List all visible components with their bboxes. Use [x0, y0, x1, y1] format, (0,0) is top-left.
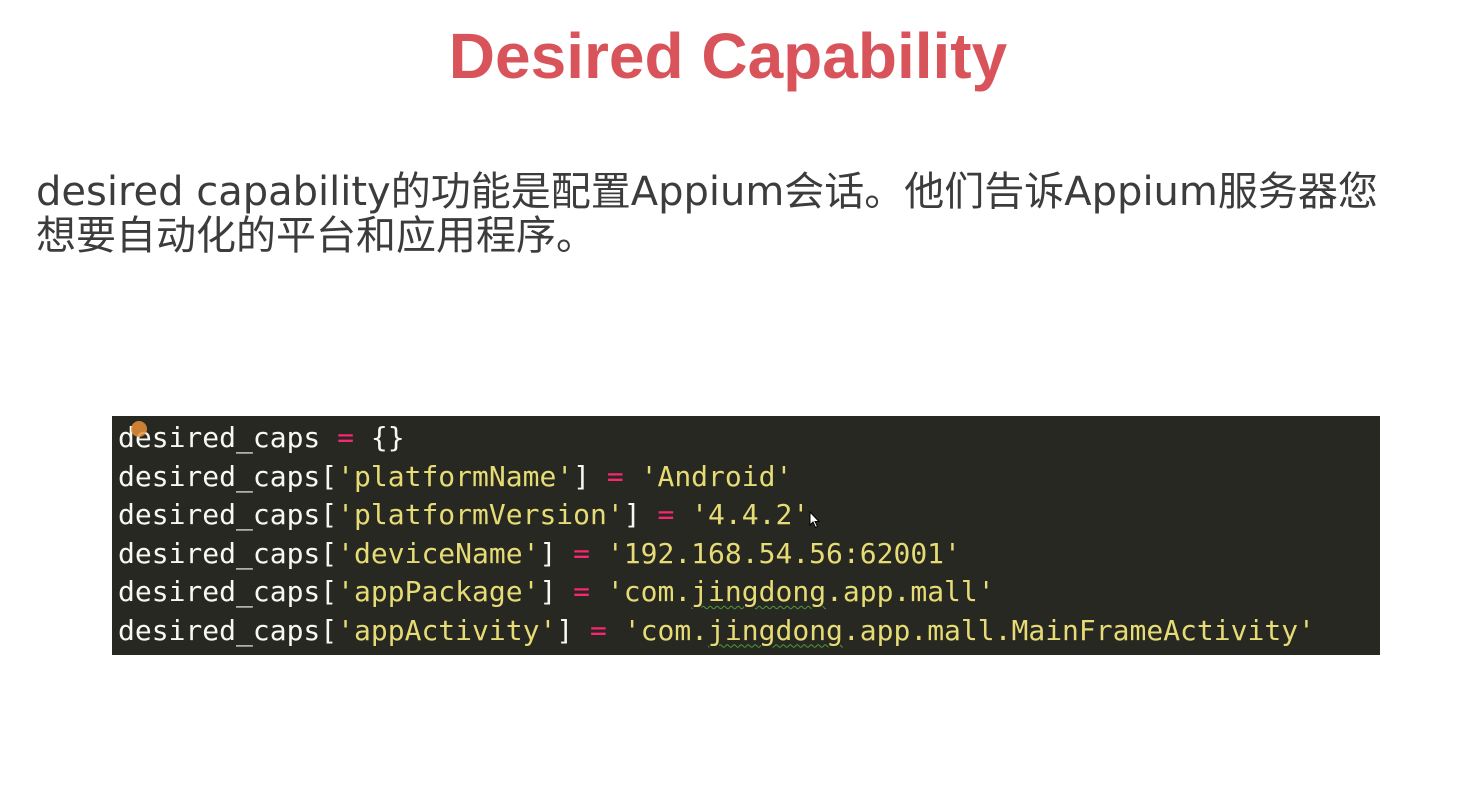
- code-variable: desired_caps: [118, 613, 321, 647]
- code-variable: desired_caps: [118, 459, 321, 493]
- code-operator: =: [573, 575, 591, 608]
- spellcheck-squiggle: jingdong: [691, 575, 827, 608]
- code-block: desired_caps = {} desired_caps['platform…: [112, 416, 1380, 655]
- code-variable: desired_caps: [118, 575, 321, 608]
- code-key: 'platformVersion': [337, 498, 624, 531]
- code-variable: desired_caps: [118, 421, 321, 454]
- code-value-suffix: .app.mall': [826, 575, 995, 608]
- code-operator: =: [657, 498, 675, 531]
- code-operator: =: [337, 421, 355, 454]
- code-variable: desired_caps: [118, 498, 321, 531]
- code-operator: =: [573, 536, 591, 570]
- code-line-1: desired_caps = {}: [118, 419, 1380, 458]
- code-value: '192.168.54.56:62001': [606, 536, 961, 570]
- code-value: '4.4.2': [691, 498, 810, 531]
- code-key: 'deviceName': [337, 536, 540, 570]
- slide-description: desired capability的功能是配置Appium会话。他们告诉App…: [36, 169, 1378, 259]
- code-operator: =: [590, 613, 607, 647]
- code-value-suffix: .app.mall.MainFrameActivity': [842, 613, 1315, 647]
- code-value: 'Android': [640, 459, 793, 493]
- code-variable: desired_caps: [118, 536, 321, 570]
- code-key: 'appPackage': [337, 575, 540, 608]
- breakpoint-dot-icon: [131, 421, 147, 437]
- code-key: 'platformName': [337, 459, 574, 493]
- code-value-prefix: 'com.: [623, 613, 709, 647]
- slide-title: Desired Capability: [448, 20, 1008, 92]
- code-line-2: desired_caps['platformName'] = 'Android': [118, 459, 793, 493]
- code-value-prefix: 'com.: [606, 575, 692, 608]
- code-empty-dict: {}: [370, 421, 405, 454]
- spellcheck-squiggle: jingdong: [708, 613, 843, 647]
- code-key: 'appActivity': [337, 613, 557, 647]
- code-line-4: desired_caps['deviceName'] = '192.168.54…: [118, 536, 961, 570]
- code-line-5: desired_caps['appPackage'] = 'com.jingdo…: [118, 575, 995, 608]
- code-operator: =: [606, 459, 624, 493]
- code-line-6: desired_caps['appActivity'] = 'com.jingd…: [118, 613, 1315, 647]
- code-line-3: desired_caps['platformVersion'] = '4.4.2…: [118, 498, 810, 531]
